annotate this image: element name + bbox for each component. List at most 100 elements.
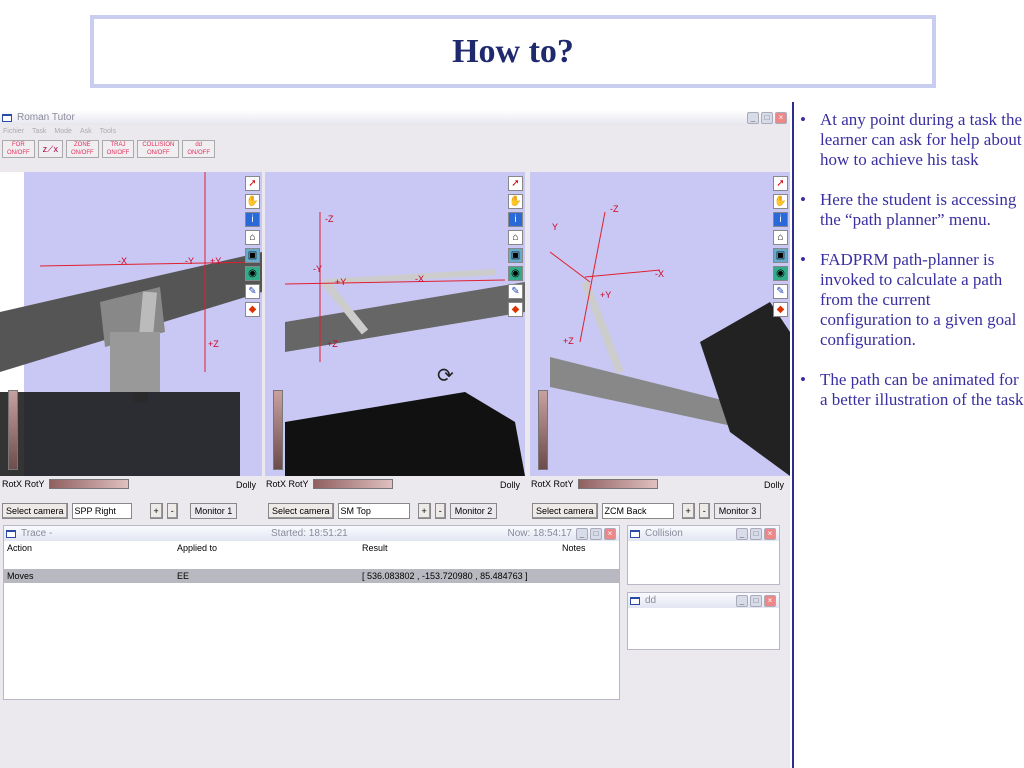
camera-input[interactable]: SPP Right (71, 503, 132, 519)
maximize-button[interactable]: □ (761, 111, 773, 124)
plus-button[interactable]: + (149, 503, 163, 519)
svg-text:-Y: -Y (313, 264, 322, 274)
shield-icon[interactable]: ◆ (508, 302, 523, 317)
dolly-slider-2[interactable] (273, 390, 283, 470)
svg-text:-Z: -Z (610, 204, 619, 214)
minimize-button[interactable]: _ (736, 594, 748, 607)
table-row[interactable]: Moves EE[ 536.083802 , -153.720980 , 85.4… (4, 569, 619, 583)
svg-text:-Y: -Y (185, 256, 194, 266)
select-camera-button[interactable]: Select camera (532, 503, 598, 519)
bullet-item: The path can be animated for a better il… (800, 370, 1024, 410)
hand-icon[interactable]: ✋ (773, 194, 788, 209)
pointer-icon[interactable]: ➚ (245, 176, 260, 191)
view-icon[interactable]: ▣ (245, 248, 260, 263)
view-icon[interactable]: ▣ (508, 248, 523, 263)
info-icon[interactable]: i (245, 212, 260, 227)
trace-now: Now: 18:54:17 (507, 528, 573, 539)
pointer-icon[interactable]: ➚ (508, 176, 523, 191)
view-icon[interactable]: ▣ (773, 248, 788, 263)
menu-mode[interactable]: Mode (54, 128, 72, 135)
minus-button[interactable]: - (698, 503, 710, 519)
info-icon[interactable]: i (508, 212, 523, 227)
select-camera-button[interactable]: Select camera (2, 503, 68, 519)
eye-icon[interactable]: ◉ (508, 266, 523, 281)
menu-ask[interactable]: Ask (80, 128, 92, 135)
plus-button[interactable]: + (681, 503, 695, 519)
viewport-1[interactable]: -X -Y +Y +Z ➚ ✋ i ⌂ ▣ ◉ ✎ ◆ (0, 172, 262, 476)
rotation-slider[interactable] (312, 479, 393, 489)
tool-axes[interactable]: z⟋x (37, 140, 63, 158)
tool-zone[interactable]: ZONE ON/OFF (65, 140, 99, 158)
camera-input[interactable]: SM Top (337, 503, 410, 519)
svg-text:+Z: +Z (563, 336, 574, 346)
shield-icon[interactable]: ◆ (245, 302, 260, 317)
menu-tools[interactable]: Tools (100, 128, 116, 135)
view-tools-3: ➚ ✋ i ⌂ ▣ ◉ ✎ ◆ (773, 176, 788, 317)
menu-fichier[interactable]: Fichier (3, 128, 24, 135)
svg-text:+Y: +Y (210, 256, 221, 266)
tool-dd[interactable]: dd ON/OFF (182, 140, 216, 158)
svg-text:-X: -X (655, 269, 664, 279)
rotation-control-1[interactable]: RotX RotY (2, 479, 129, 489)
minimize-button[interactable]: _ (576, 527, 588, 540)
scene-1: -X -Y +Y +Z (0, 172, 262, 476)
eye-icon[interactable]: ◉ (245, 266, 260, 281)
home-icon[interactable]: ⌂ (245, 230, 260, 245)
svg-text:+Y: +Y (335, 277, 346, 287)
window-icon (630, 529, 640, 538)
slide-title: How to? (452, 32, 574, 70)
bullet-list: At any point during a task the learner c… (800, 110, 1024, 430)
camera-row-2: Select camera SM Top + - Monitor 2 (268, 503, 498, 519)
scene-3: Y -Z -X +Y +Z (549, 204, 790, 476)
plus-button[interactable]: + (417, 503, 431, 519)
tool-traj[interactable]: TRAJ ON/OFF (101, 140, 135, 158)
maximize-button[interactable]: □ (750, 527, 762, 540)
rotation-slider[interactable] (577, 479, 658, 489)
svg-text:+Z: +Z (208, 339, 219, 349)
rotation-control-3[interactable]: RotX RotY (531, 479, 658, 489)
viewport-2[interactable]: -Z -Y +Y -X +Z ⟳ ➚ ✋ i ⌂ ▣ ◉ ✎ ◆ (265, 172, 525, 476)
shield-icon[interactable]: ◆ (773, 302, 788, 317)
viewport-3[interactable]: Y -Z -X +Y +Z ➚ ✋ i ⌂ ▣ ◉ ✎ ◆ (530, 172, 790, 476)
minimize-button[interactable]: _ (736, 527, 748, 540)
bullet-item: FADPRM path-planner is invoked to calcul… (800, 250, 1024, 350)
info-icon[interactable]: i (773, 212, 788, 227)
monitor-label: Monitor 3 (713, 503, 762, 519)
camera-input[interactable]: ZCM Back (601, 503, 674, 519)
slide-title-box: How to? (90, 15, 936, 88)
window-icon (6, 529, 16, 538)
dolly-slider-1[interactable] (8, 390, 18, 470)
brush-icon[interactable]: ✎ (508, 284, 523, 299)
tool-collision[interactable]: COLLISION ON/OFF (137, 140, 180, 158)
menu-task[interactable]: Task (32, 128, 46, 135)
minimize-button[interactable]: _ (747, 111, 759, 124)
hand-icon[interactable]: ✋ (508, 194, 523, 209)
dd-title: dd (645, 595, 657, 606)
close-button[interactable]: × (775, 111, 787, 124)
collision-title: Collision (645, 528, 683, 539)
brush-icon[interactable]: ✎ (773, 284, 788, 299)
eye-icon[interactable]: ◉ (773, 266, 788, 281)
close-button[interactable]: × (604, 527, 616, 540)
minus-button[interactable]: - (434, 503, 446, 519)
rotation-slider[interactable] (48, 479, 129, 489)
home-icon[interactable]: ⌂ (508, 230, 523, 245)
maximize-button[interactable]: □ (590, 527, 602, 540)
dolly-slider-3[interactable] (538, 390, 548, 470)
svg-text:-X: -X (415, 274, 424, 284)
pointer-icon[interactable]: ➚ (773, 176, 788, 191)
rotation-control-2[interactable]: RotX RotY (266, 479, 393, 489)
maximize-button[interactable]: □ (750, 594, 762, 607)
window-icon (2, 113, 12, 122)
select-camera-button[interactable]: Select camera (268, 503, 334, 519)
minus-button[interactable]: - (166, 503, 178, 519)
trace-panel: Trace - Started: 18:51:21 Now: 18:54:17 _ □… (3, 525, 620, 700)
hand-icon[interactable]: ✋ (245, 194, 260, 209)
tool-for[interactable]: FOR ON/OFF (2, 140, 35, 158)
trace-title: Trace - (21, 528, 53, 539)
svg-text:Y: Y (552, 222, 558, 232)
home-icon[interactable]: ⌂ (773, 230, 788, 245)
close-button[interactable]: × (764, 594, 776, 607)
close-button[interactable]: × (764, 527, 776, 540)
brush-icon[interactable]: ✎ (245, 284, 260, 299)
